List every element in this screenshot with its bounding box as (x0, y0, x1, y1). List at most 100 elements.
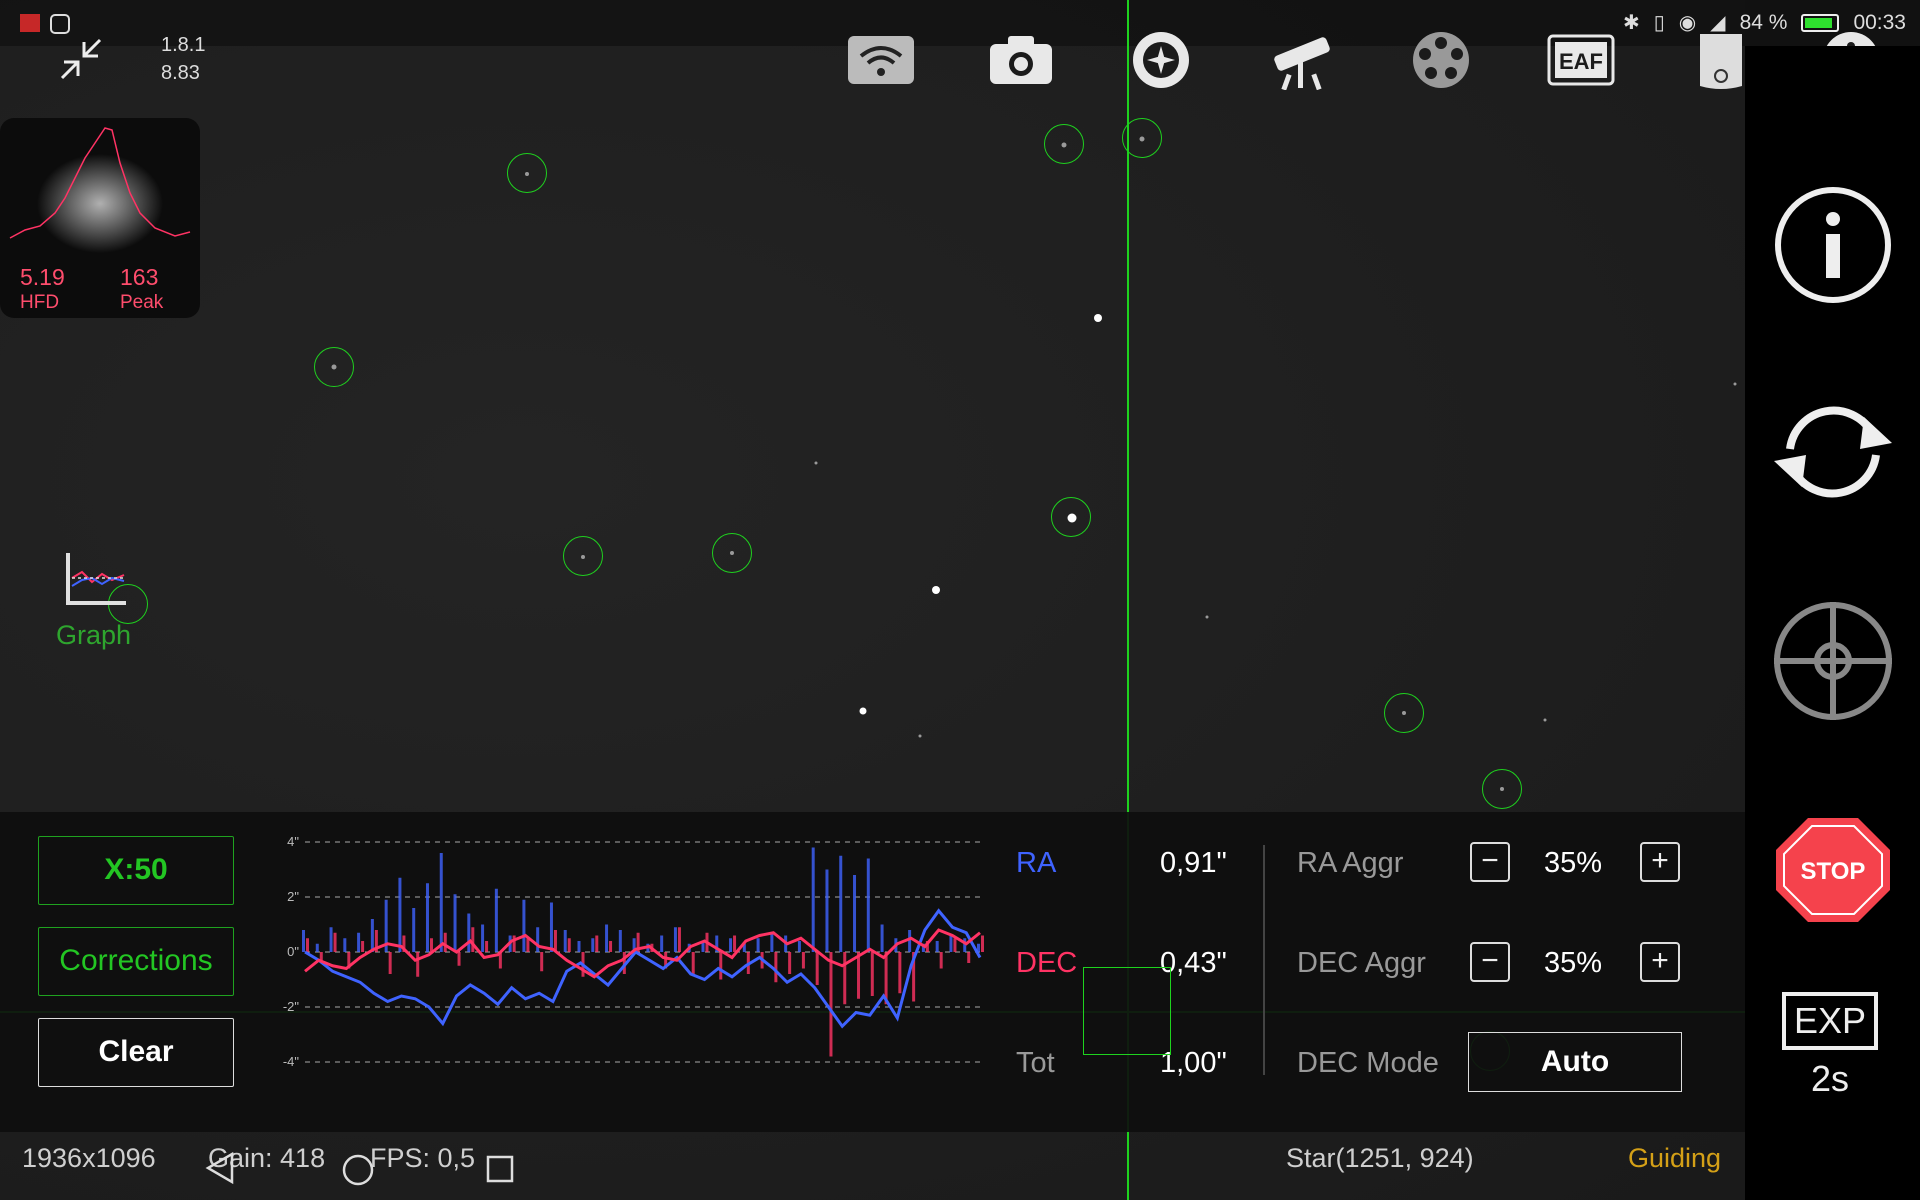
app-version: 1.8.1 (161, 34, 206, 56)
info-icon[interactable] (1774, 186, 1892, 309)
dec-correction-bar (981, 935, 984, 952)
ra-correction-bar (935, 941, 939, 952)
star-marker (563, 536, 603, 576)
ra-correction-bar (467, 913, 471, 952)
recents-nav-icon[interactable] (486, 1155, 514, 1183)
ra-correction-bar (770, 932, 774, 952)
ra-correction-bar (591, 938, 595, 952)
dec-mode-select[interactable]: Auto (1468, 1032, 1682, 1092)
battery-icon (1801, 13, 1840, 32)
stop-button[interactable]: STOP (1774, 816, 1892, 929)
dec-correction-bar (471, 927, 475, 952)
dec-correction-bar (609, 941, 613, 952)
star-marker (314, 347, 354, 387)
ra-correction-bar (549, 902, 553, 952)
telescope-icon[interactable] (1266, 30, 1336, 91)
ra-correction-bar (481, 924, 485, 952)
ra-label: RA (1016, 847, 1057, 879)
star-profile-plot (9, 127, 191, 253)
ra-value: 0,91" (1160, 847, 1227, 879)
ra-aggr-decrease-button[interactable]: − (1470, 842, 1510, 882)
dec-correction-bar (788, 952, 792, 974)
dec-correction-bar (857, 952, 861, 999)
camera-icon[interactable] (986, 30, 1056, 90)
ra-correction-bar (949, 935, 953, 952)
ra-aggr-increase-button[interactable]: + (1640, 842, 1680, 882)
y-tick-label: -4" (283, 1054, 300, 1069)
filter-wheel-icon[interactable] (1406, 30, 1476, 90)
dec-correction-bar (774, 952, 778, 983)
dec-correction-bar (319, 952, 323, 961)
dec-correction-bar (361, 941, 365, 952)
firmware-version: 8.83 (161, 62, 200, 84)
dec-correction-bar (829, 952, 833, 1057)
exposure-button[interactable]: EXP (1782, 992, 1878, 1050)
star-marker (712, 533, 752, 573)
refresh-icon[interactable] (1768, 397, 1898, 512)
system-status-bar: ✱ ▯ ◉ ◢ 84 % 00:33 (0, 0, 1920, 46)
dec-correction-bar (306, 938, 309, 952)
star (859, 707, 867, 715)
star-marker (1384, 693, 1424, 733)
dec-aggr-increase-button[interactable]: + (1640, 942, 1680, 982)
dec-correction-bar (388, 952, 392, 974)
corrections-button[interactable]: Corrections (38, 927, 234, 996)
ra-correction-bar (811, 847, 815, 952)
guide-star-box (1083, 967, 1171, 1055)
dec-correction-bar (429, 938, 433, 952)
ra-correction-bar (729, 938, 733, 952)
dec-correction-bar (719, 952, 723, 980)
star (932, 586, 940, 594)
dec-correction-bar (967, 952, 971, 963)
vibrate-icon: ▯ (1653, 12, 1665, 34)
x-scale-button[interactable]: X:50 (38, 836, 234, 905)
dec-aggr-decrease-button[interactable]: − (1470, 942, 1510, 982)
android-nav-bar (205, 1151, 514, 1186)
star (1205, 615, 1209, 619)
guide-target-icon[interactable] (1126, 30, 1196, 90)
dec-correction-bar (333, 932, 337, 952)
dec-correction-bar (898, 952, 902, 994)
wifi-icon[interactable] (846, 30, 916, 90)
star-position-text: Star(1251, 924) (1286, 1143, 1474, 1173)
instagram-icon (50, 14, 70, 34)
divider (1263, 845, 1265, 1075)
home-nav-icon[interactable] (342, 1154, 374, 1186)
ra-correction-bar (839, 855, 843, 952)
graph-label[interactable]: Graph (56, 620, 131, 651)
ra-aggr-label: RA Aggr (1297, 847, 1404, 879)
dec-correction-bar (416, 952, 420, 977)
dec-correction-bar (485, 941, 489, 952)
dec-correction-bar (870, 952, 874, 996)
dec-correction-bar (443, 932, 447, 952)
star-marker (1044, 124, 1084, 164)
ra-correction-bar (605, 924, 609, 952)
ra-correction-bar (825, 869, 829, 952)
bluetooth-icon: ✱ (1622, 12, 1640, 34)
crosshair-icon[interactable] (1772, 600, 1894, 727)
exposure-value[interactable]: 2s (1782, 1058, 1878, 1100)
collapse-icon[interactable] (56, 34, 106, 84)
star (1094, 314, 1102, 322)
star (814, 461, 818, 465)
y-tick-label: 2" (287, 889, 299, 904)
ra-correction-bar (370, 919, 374, 952)
peak-value: 163 (120, 264, 159, 290)
y-tick-label: -2" (283, 999, 300, 1014)
clear-button[interactable]: Clear (38, 1018, 234, 1087)
tot-label: Tot (1016, 1047, 1055, 1079)
back-nav-icon[interactable] (205, 1151, 234, 1185)
dec-correction-bar (801, 952, 805, 969)
peak-label: Peak (120, 292, 164, 313)
dec-correction-bar (843, 952, 847, 1005)
dec-correction-bar (733, 935, 737, 952)
ra-correction-bar (797, 941, 801, 952)
ra-correction-bar (563, 930, 567, 952)
guiding-graph[interactable]: 4" 2" 0" -2" -4" (270, 830, 990, 1090)
ra-correction-bar (439, 853, 443, 952)
ra-correction-bar (357, 932, 361, 952)
dec-correction-bar (815, 952, 819, 985)
ra-correction-bar (866, 858, 870, 952)
eaf-icon[interactable]: EAF (1546, 30, 1616, 90)
dec-aggr-label: DEC Aggr (1297, 947, 1426, 979)
